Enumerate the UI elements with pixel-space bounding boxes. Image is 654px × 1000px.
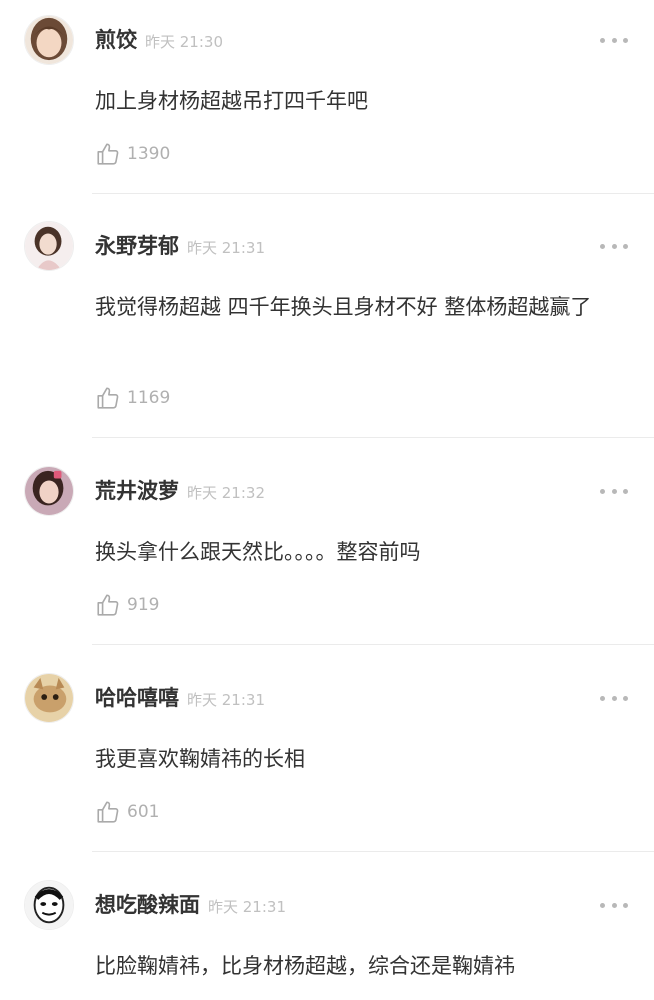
thumbs-up-icon [97, 143, 119, 165]
comment-text: 比脸鞠婧祎，比身材杨超越，综合还是鞠婧祎 [95, 954, 515, 978]
comment-text: 加上身材杨超越吊打四千年吧 [95, 89, 368, 113]
avatar-image [25, 881, 73, 929]
like-button[interactable]: 601 [95, 798, 159, 826]
more-dots-icon[interactable] [600, 237, 628, 255]
comment-feed: 煎饺 昨天 21:30 加上身材杨超越吊打四千年吧 1390 永野芽郁 昨天 21:… [0, 0, 654, 1000]
comment-text: 我更喜欢鞠婧祎的长相 [95, 747, 305, 771]
like-button[interactable]: 1390 [95, 140, 170, 168]
like-count: 919 [127, 595, 160, 615]
avatar[interactable] [24, 221, 74, 271]
more-dots-icon[interactable] [600, 482, 628, 500]
avatar-image [25, 674, 73, 722]
more-dots-icon[interactable] [600, 689, 628, 707]
avatar-image [25, 222, 73, 270]
username[interactable]: 哈哈嘻嘻 昨天 21:31 [95, 684, 265, 714]
divider [92, 644, 654, 645]
avatar-image [25, 467, 73, 515]
avatar-image [25, 16, 73, 64]
comment-time: 昨天 21:31 [208, 898, 286, 916]
username[interactable]: 永野芽郁 昨天 21:31 [95, 232, 265, 262]
thumbs-up-icon [97, 594, 119, 616]
username[interactable]: 煎饺 昨天 21:30 [95, 26, 223, 56]
like-button[interactable]: 919 [95, 591, 159, 619]
comment-text: 我觉得杨超越 四千年换头且身材不好 整体杨超越赢了 [95, 295, 592, 319]
comment-time: 昨天 21:31 [187, 691, 265, 709]
divider [92, 193, 654, 194]
divider [92, 437, 654, 438]
comment-item: 想吃酸辣面 昨天 21:31 比脸鞠婧祎，比身材杨超越，综合还是鞠婧祎 [0, 865, 654, 1000]
like-count: 1390 [127, 144, 171, 164]
thumbs-up-icon [97, 801, 119, 823]
comment-time: 昨天 21:31 [187, 239, 265, 257]
avatar[interactable] [24, 466, 74, 516]
avatar[interactable] [24, 673, 74, 723]
comment-text: 换头拿什么跟天然比。。。。整容前吗 [95, 540, 421, 564]
more-dots-icon[interactable] [600, 896, 628, 914]
comment-item: 永野芽郁 昨天 21:31 我觉得杨超越 四千年换头且身材不好 整体杨超越赢了 1… [0, 206, 654, 439]
like-button[interactable]: 1169 [95, 384, 170, 412]
more-dots-icon[interactable] [600, 31, 628, 49]
comment-item: 煎饺 昨天 21:30 加上身材杨超越吊打四千年吧 1390 [0, 0, 654, 194]
thumbs-up-icon [97, 387, 119, 409]
comment-item: 荒井波萝 昨天 21:32 换头拿什么跟天然比。。。。整容前吗 919 [0, 451, 654, 645]
username[interactable]: 想吃酸辣面 昨天 21:31 [95, 891, 286, 921]
avatar[interactable] [24, 880, 74, 930]
username[interactable]: 荒井波萝 昨天 21:32 [95, 477, 265, 507]
comment-item: 哈哈嘻嘻 昨天 21:31 我更喜欢鞠婧祎的长相 601 [0, 658, 654, 852]
like-count: 601 [127, 802, 160, 822]
comment-time: 昨天 21:30 [145, 33, 223, 51]
avatar[interactable] [24, 15, 74, 65]
comment-time: 昨天 21:32 [187, 484, 265, 502]
like-count: 1169 [127, 388, 171, 408]
divider [92, 851, 654, 852]
